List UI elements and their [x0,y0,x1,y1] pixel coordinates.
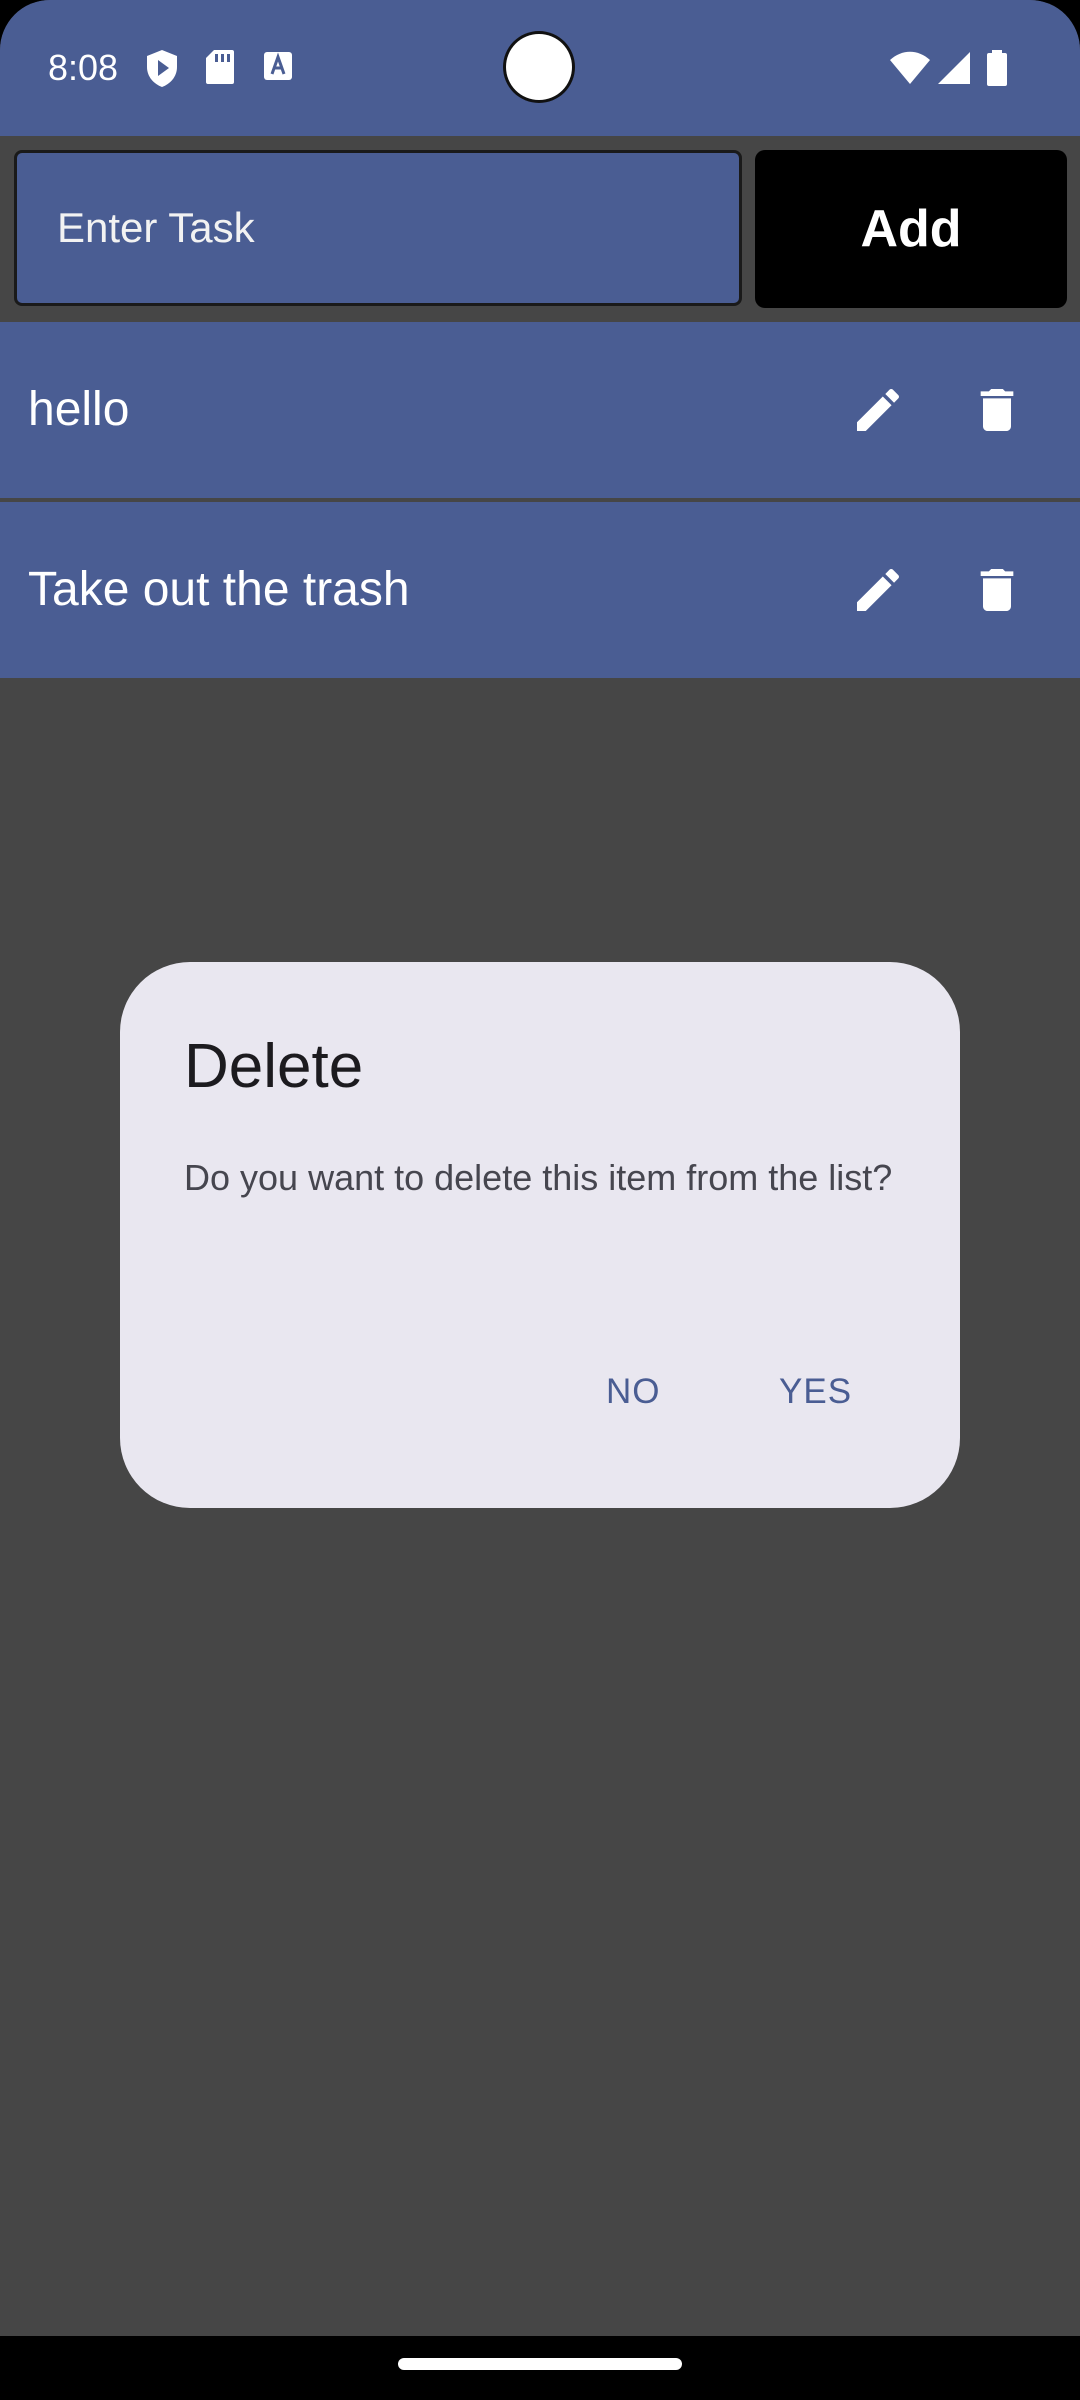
status-time: 8:08 [48,47,119,88]
navigation-bar [0,2336,1080,2400]
dialog-title: Delete [184,1032,364,1101]
sd-card-icon [204,48,240,88]
text-box-icon [262,48,298,88]
task-list-item[interactable]: hello [0,322,1080,498]
dialog-message: Do you want to delete this item from the… [184,1157,893,1198]
task-input[interactable] [14,150,742,306]
no-button[interactable]: NO [586,1352,681,1432]
pencil-icon[interactable] [842,554,914,626]
battery-icon [984,48,1010,88]
task-list-item[interactable]: Take out the trash [0,502,1080,678]
camera-cutout [506,34,572,100]
delete-dialog: Delete Do you want to delete this item f… [120,962,960,1508]
cell-signal-icon [934,48,974,88]
yes-button[interactable]: YES [759,1352,872,1432]
task-label: hello [28,383,130,436]
add-button[interactable]: Add [755,150,1067,308]
pencil-icon[interactable] [842,374,914,446]
app-screen: 8:08 Enter Task Add hello Take out the t… [0,0,1080,2400]
task-input-row: Add [0,136,1080,320]
trash-icon[interactable] [961,554,1033,626]
home-handle[interactable] [398,2358,682,2370]
shield-play-icon [144,48,180,88]
wifi-icon [888,48,932,88]
trash-icon[interactable] [961,374,1033,446]
task-label: Take out the trash [28,563,410,616]
status-bar: 8:08 [0,0,1080,136]
